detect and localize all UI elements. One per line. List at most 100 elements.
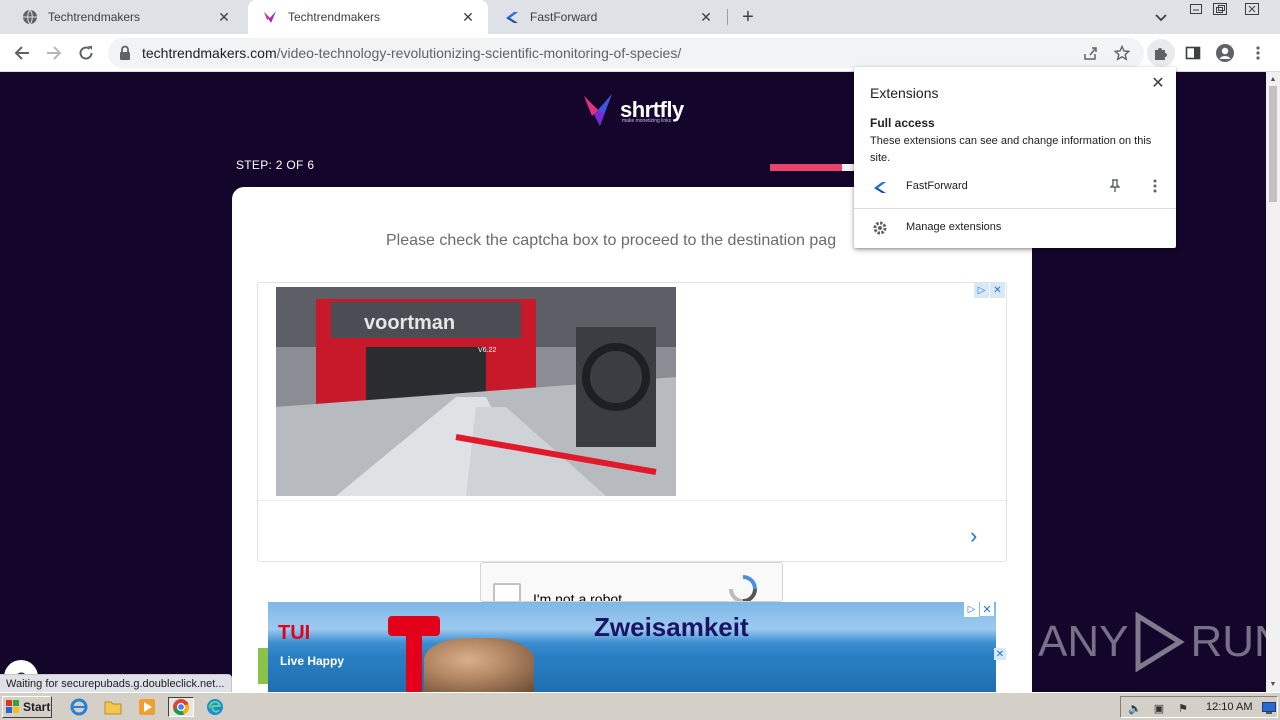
recaptcha-label: I'm not a robot bbox=[533, 591, 623, 602]
os-taskbar: Start 🔈 ▣ ⚑ 12:10 AM bbox=[0, 692, 1280, 720]
display-ad-voortman[interactable]: voortman V6.22 ▷ ✕ › bbox=[257, 282, 1007, 562]
watermark-left: ANY bbox=[1038, 617, 1129, 666]
show-desktop-icon[interactable] bbox=[1261, 700, 1277, 716]
manage-extensions-label: Manage extensions bbox=[906, 221, 1002, 233]
full-access-heading: Full access bbox=[870, 116, 935, 130]
forward-button[interactable] bbox=[40, 39, 68, 67]
ad-divider bbox=[258, 500, 1006, 501]
status-bubble: Waiting for securepubads.g.doubleclick.n… bbox=[0, 674, 232, 692]
extensions-button[interactable] bbox=[1147, 39, 1175, 67]
gear-icon bbox=[872, 220, 888, 236]
side-ad-close-icon[interactable]: ✕ bbox=[994, 648, 1006, 660]
shrtfly-bird-icon bbox=[584, 94, 612, 126]
tab-separator bbox=[727, 9, 728, 25]
ad-machine-illustration: voortman V6.22 bbox=[276, 287, 676, 496]
bookmark-star-icon[interactable] bbox=[1110, 41, 1134, 65]
puzzle-icon bbox=[1155, 48, 1167, 60]
edge-icon[interactable] bbox=[204, 697, 226, 717]
avatar-icon bbox=[1216, 44, 1234, 62]
close-window-button[interactable] bbox=[1242, 2, 1262, 16]
tab-techtrendmakers-2[interactable]: Techtrendmakers ✕ bbox=[248, 0, 488, 34]
scroll-down-arrow-icon[interactable]: ▼ bbox=[1269, 680, 1277, 688]
ad-headline: Zweisamkeit bbox=[594, 612, 749, 642]
share-icon[interactable] bbox=[1078, 41, 1102, 65]
adchoices-icon[interactable]: ▷ bbox=[964, 602, 979, 617]
side-panel-button[interactable] bbox=[1179, 39, 1207, 67]
adchoices-icon[interactable]: ▷ bbox=[974, 283, 989, 298]
step-label: STEP: 2 OF 6 bbox=[236, 158, 315, 172]
reload-icon bbox=[79, 46, 93, 60]
tui-banner-ad[interactable]: TUI Live Happy Zweisamkeit ▷ ✕ bbox=[268, 602, 996, 692]
scroll-up-arrow-icon[interactable]: ▲ bbox=[1269, 75, 1277, 83]
tui-tagline: Live Happy bbox=[280, 654, 345, 668]
url-path: /video-technology-revolutionizing-scient… bbox=[276, 45, 682, 61]
captcha-prompt: Please check the captcha box to proceed … bbox=[386, 232, 837, 249]
restore-button[interactable] bbox=[1210, 2, 1230, 16]
extension-name: FastForward bbox=[906, 180, 968, 192]
minimize-button[interactable] bbox=[1186, 2, 1206, 16]
more-options-icon[interactable] bbox=[1146, 177, 1164, 195]
address-bar[interactable]: techtrendmakers.com/video-technology-rev… bbox=[108, 38, 1144, 68]
recaptcha-checkbox[interactable] bbox=[493, 583, 521, 601]
manage-extensions-item[interactable]: Manage extensions bbox=[854, 216, 1176, 240]
clock[interactable]: 12:10 AM bbox=[1206, 701, 1252, 713]
tab-title: Techtrendmakers bbox=[288, 10, 381, 24]
url-text[interactable]: techtrendmakers.com/video-technology-rev… bbox=[142, 45, 681, 61]
chevron-right-icon[interactable]: › bbox=[970, 523, 977, 549]
play-icon bbox=[1135, 612, 1186, 672]
full-access-description: These extensions can see and change info… bbox=[870, 135, 1152, 164]
tui-logo: TUI bbox=[278, 622, 311, 644]
chrome-icon[interactable] bbox=[168, 697, 194, 717]
url-host: techtrendmakers.com bbox=[142, 45, 277, 61]
tab-close-icon[interactable]: ✕ bbox=[460, 9, 476, 25]
tab-title: Techtrendmakers bbox=[48, 10, 141, 24]
new-tab-button[interactable]: + bbox=[736, 5, 760, 29]
shrtfly-logo[interactable]: shrtfly make monetizing links bbox=[582, 90, 686, 130]
recaptcha-logo-icon bbox=[727, 573, 759, 601]
step-progress-fill bbox=[770, 164, 842, 171]
media-player-icon[interactable] bbox=[136, 697, 158, 717]
ad-model-text: V6.22 bbox=[478, 347, 496, 354]
tab-techtrendmakers-1[interactable]: Techtrendmakers ✕ bbox=[8, 0, 244, 34]
ie-icon[interactable] bbox=[68, 697, 90, 717]
extension-row-fastforward[interactable]: FastForward bbox=[854, 175, 1176, 199]
ad-close-icon[interactable]: ✕ bbox=[980, 602, 994, 616]
tab-strip: Techtrendmakers ✕ Techtrendmakers ✕ Fast… bbox=[0, 0, 1280, 34]
pin-icon[interactable] bbox=[1106, 177, 1124, 195]
shrtfly-favicon-icon bbox=[262, 9, 278, 25]
ad-image[interactable]: voortman V6.22 bbox=[276, 287, 676, 496]
tab-close-icon[interactable]: ✕ bbox=[216, 9, 232, 25]
globe-icon bbox=[22, 9, 38, 25]
folder-icon[interactable] bbox=[102, 697, 124, 717]
page-scrollbar[interactable]: ▲ ▼ bbox=[1266, 72, 1280, 692]
recaptcha-widget[interactable]: I'm not a robot bbox=[480, 562, 783, 602]
side-ad-strip bbox=[258, 648, 268, 684]
profile-button[interactable] bbox=[1211, 39, 1239, 67]
chevron-down-icon bbox=[1155, 14, 1167, 22]
arrow-left-icon bbox=[14, 46, 29, 60]
logo-tagline: make monetizing links bbox=[622, 118, 672, 124]
tab-close-icon[interactable]: ✕ bbox=[698, 9, 714, 25]
lock-icon[interactable] bbox=[118, 45, 134, 61]
popup-title: Extensions bbox=[870, 85, 939, 101]
tab-fastforward[interactable]: FastForward ✕ bbox=[490, 0, 726, 34]
watermark-right: RUN bbox=[1190, 617, 1266, 666]
popup-close-button[interactable]: ✕ bbox=[1148, 73, 1168, 93]
back-button[interactable] bbox=[8, 39, 36, 67]
extensions-popup: Extensions ✕ Full access These extension… bbox=[854, 67, 1176, 248]
fastforward-icon bbox=[872, 179, 888, 195]
reload-button[interactable] bbox=[72, 39, 100, 67]
side-panel-icon bbox=[1185, 46, 1201, 60]
scrollbar-thumb[interactable] bbox=[1269, 86, 1277, 202]
ad-couple-image bbox=[424, 638, 534, 692]
tab-title: FastForward bbox=[530, 10, 598, 24]
ad-close-icon[interactable]: ✕ bbox=[990, 283, 1005, 298]
network-icon[interactable]: ▣ bbox=[1151, 700, 1167, 716]
menu-button[interactable] bbox=[1244, 39, 1272, 67]
volume-icon[interactable]: 🔈 bbox=[1127, 700, 1143, 716]
start-label: Start bbox=[23, 700, 51, 714]
action-center-flag-icon[interactable]: ⚑ bbox=[1175, 700, 1191, 716]
start-button[interactable]: Start bbox=[2, 696, 52, 718]
tab-search-button[interactable] bbox=[1150, 7, 1172, 29]
system-tray: 🔈 ▣ ⚑ 12:10 AM bbox=[1120, 696, 1278, 718]
